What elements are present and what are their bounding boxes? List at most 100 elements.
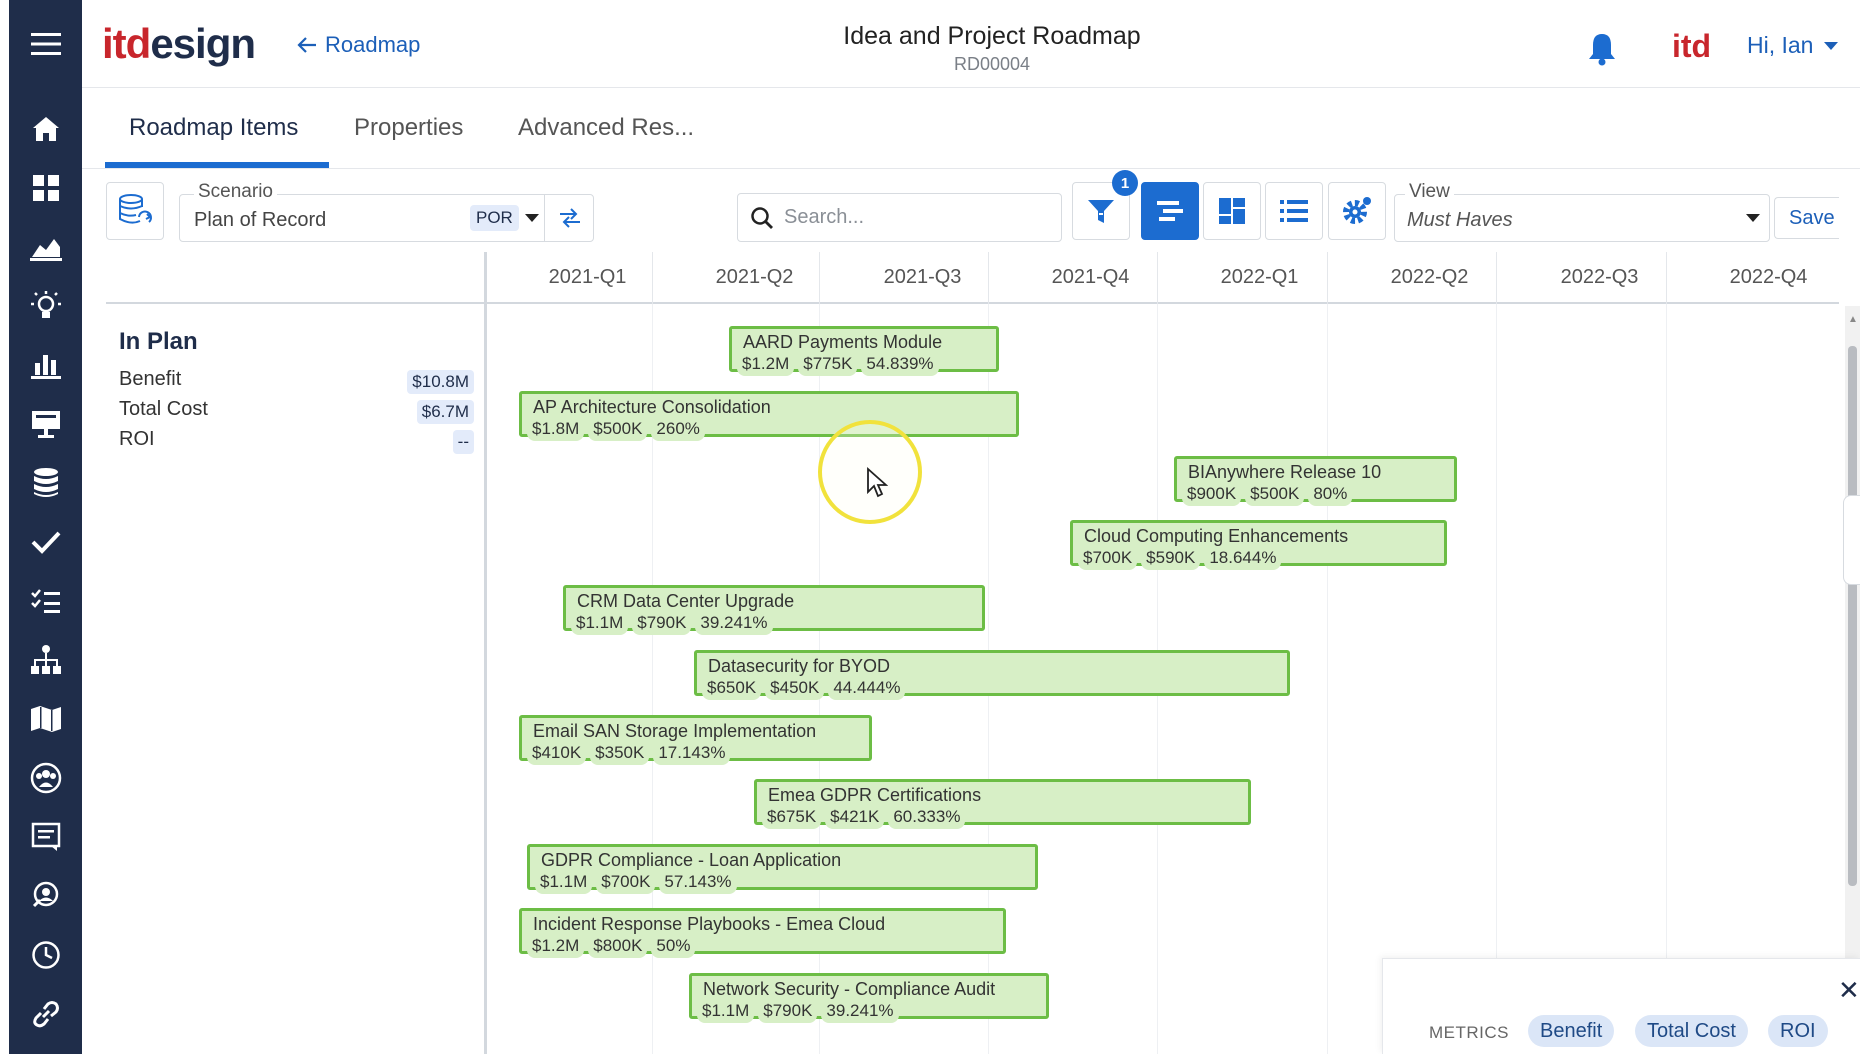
metric-chip-total-cost[interactable]: Total Cost xyxy=(1635,1015,1748,1047)
checklist-icon[interactable] xyxy=(9,576,82,626)
gantt-view-button[interactable] xyxy=(1141,182,1199,240)
bar-chart-icon[interactable] xyxy=(9,340,82,390)
item-name: Emea GDPR Certifications xyxy=(768,785,982,805)
quarter-label: 2022-Q4 xyxy=(1729,266,1808,288)
quarter-separator xyxy=(819,252,820,304)
home-icon[interactable] xyxy=(9,104,82,154)
roadmap-item-bar[interactable]: GDPR Compliance - Loan Application $1.1M… xyxy=(527,844,1038,894)
item-name: AP Architecture Consolidation xyxy=(533,397,771,417)
item-metrics: $1.2M $775K 54.839% xyxy=(737,352,939,376)
link-icon[interactable] xyxy=(9,989,82,1039)
roadmap-item-bar[interactable]: Network Security - Compliance Audit $1.1… xyxy=(689,973,1049,1023)
item-roi: 60.333% xyxy=(888,805,966,829)
item-roi: 80% xyxy=(1308,482,1353,506)
quarter-separator xyxy=(1496,252,1497,304)
list-view-button[interactable] xyxy=(1265,182,1323,240)
roadmap-item-bar[interactable]: Cloud Computing Enhancements $700K $590K 1… xyxy=(1070,520,1447,570)
item-benefit: $675K xyxy=(762,805,822,829)
scenario-caret-down-icon[interactable] xyxy=(524,213,540,223)
toolbar: Scenario Plan of Record POR 1 View Must … xyxy=(82,170,1860,252)
quarter-label: 2022-Q1 xyxy=(1220,266,1299,288)
tab-advanced-results[interactable]: Advanced Res... xyxy=(518,114,694,142)
settings-button[interactable] xyxy=(1328,182,1386,240)
item-cost: $790K xyxy=(758,999,818,1023)
roadmap-item-bar[interactable]: AARD Payments Module $1.2M $775K 54.839% xyxy=(729,326,999,376)
summary-heading: In Plan xyxy=(119,328,198,355)
search-input[interactable] xyxy=(784,206,1044,229)
scrollbar-thumb[interactable] xyxy=(1848,346,1857,886)
tab-roadmap-items[interactable]: Roadmap Items xyxy=(129,114,298,142)
support-icon[interactable] xyxy=(9,871,82,921)
item-metrics: $650K $450K 44.444% xyxy=(702,676,906,700)
database-icon[interactable] xyxy=(9,458,82,508)
item-name: Email SAN Storage Implementation xyxy=(533,721,817,741)
itdesign-logo[interactable]: itdesign xyxy=(102,20,256,68)
clock-icon[interactable] xyxy=(9,930,82,980)
user-greeting: Hi, Ian xyxy=(1747,32,1814,58)
scenario-select[interactable]: Scenario Plan of Record POR xyxy=(179,181,594,242)
item-cost: $775K xyxy=(798,352,858,376)
roadmap-item-bar[interactable]: AP Architecture Consolidation $1.8M $500K… xyxy=(519,391,1019,441)
view-value: Must Haves xyxy=(1407,209,1513,231)
quarter-separator xyxy=(652,252,653,304)
org-chart-icon[interactable] xyxy=(9,635,82,685)
idea-bulb-icon[interactable] xyxy=(9,281,82,331)
view-select[interactable]: View Must Haves xyxy=(1394,181,1770,242)
gear-icon xyxy=(1343,197,1371,224)
item-cost: $800K xyxy=(588,934,648,958)
side-panel-tab[interactable] xyxy=(1843,495,1860,585)
roadmap-item-bar[interactable]: Incident Response Playbooks - Emea Cloud… xyxy=(519,908,1006,958)
scenario-code-badge: POR xyxy=(470,205,519,231)
dashboard-icon[interactable] xyxy=(9,163,82,213)
scenario-divider xyxy=(544,195,545,241)
check-icon[interactable] xyxy=(9,517,82,567)
team-icon[interactable] xyxy=(9,753,82,803)
scenario-database-refresh-icon[interactable] xyxy=(106,182,164,240)
summary-value: -- xyxy=(452,430,474,454)
metric-chip-roi[interactable]: ROI xyxy=(1768,1015,1828,1047)
item-cost: $700K xyxy=(596,870,656,894)
item-metrics: $1.8M $500K 260% xyxy=(527,417,705,441)
item-roi: 57.143% xyxy=(659,870,737,894)
roadmap-item-bar[interactable]: BIAnywhere Release 10 $900K $500K 80% xyxy=(1174,456,1457,506)
summary-label: Total Cost xyxy=(119,398,208,420)
board-view-button[interactable] xyxy=(1203,182,1261,240)
hamburger-menu-icon[interactable] xyxy=(9,0,82,88)
metrics-panel: ✕ METRICS Benefit Total Cost ROI xyxy=(1382,958,1860,1054)
roadmap-item-bar[interactable]: Datasecurity for BYOD $650K $450K 44.444% xyxy=(694,650,1290,700)
item-cost: $350K xyxy=(590,741,650,765)
roadmap-item-bar[interactable]: Emea GDPR Certifications $675K $421K 60.33… xyxy=(754,779,1251,829)
close-metrics-icon[interactable]: ✕ xyxy=(1838,977,1860,1003)
item-roi: 44.444% xyxy=(828,676,906,700)
item-benefit: $700K xyxy=(1078,546,1138,570)
quarter-label: 2022-Q3 xyxy=(1560,266,1639,288)
save-view-button[interactable]: Save xyxy=(1774,197,1839,239)
area-chart-icon[interactable] xyxy=(9,222,82,272)
item-benefit: $1.2M xyxy=(527,934,585,958)
item-metrics: $410K $350K 17.143% xyxy=(527,741,731,765)
roadmap-item-bar[interactable]: Email SAN Storage Implementation $410K $3… xyxy=(519,715,872,765)
quarter-label: 2021-Q4 xyxy=(1051,266,1130,288)
summary-row-roi: ROI -- xyxy=(119,428,474,458)
report-icon[interactable] xyxy=(9,812,82,862)
back-to-roadmap-link[interactable]: Roadmap xyxy=(297,32,420,58)
notification-bell-icon[interactable] xyxy=(1587,32,1617,71)
vertical-scrollbar[interactable]: ▲ xyxy=(1845,306,1860,1054)
tab-bar: Roadmap Items Properties Advanced Res... xyxy=(82,88,1860,169)
item-benefit: $410K xyxy=(527,741,587,765)
presentation-icon[interactable] xyxy=(9,399,82,449)
roadmap-item-bar[interactable]: CRM Data Center Upgrade $1.1M $790K 39.241… xyxy=(563,585,985,635)
compare-scenarios-icon[interactable] xyxy=(552,203,588,233)
item-benefit: $1.1M xyxy=(535,870,593,894)
app-header: itdesign Roadmap Idea and Project Roadma… xyxy=(82,0,1860,88)
tab-properties[interactable]: Properties xyxy=(354,114,463,142)
item-cost: $450K xyxy=(765,676,825,700)
item-metrics: $675K $421K 60.333% xyxy=(762,805,966,829)
metric-chip-benefit[interactable]: Benefit xyxy=(1528,1015,1615,1047)
scroll-up-arrow-icon[interactable]: ▲ xyxy=(1848,314,1858,325)
user-menu[interactable]: Hi, Ian xyxy=(1747,32,1839,59)
map-icon[interactable] xyxy=(9,694,82,744)
quarter-separator xyxy=(1327,252,1328,304)
item-roi: 39.241% xyxy=(695,611,773,635)
view-label: View xyxy=(1405,181,1454,203)
